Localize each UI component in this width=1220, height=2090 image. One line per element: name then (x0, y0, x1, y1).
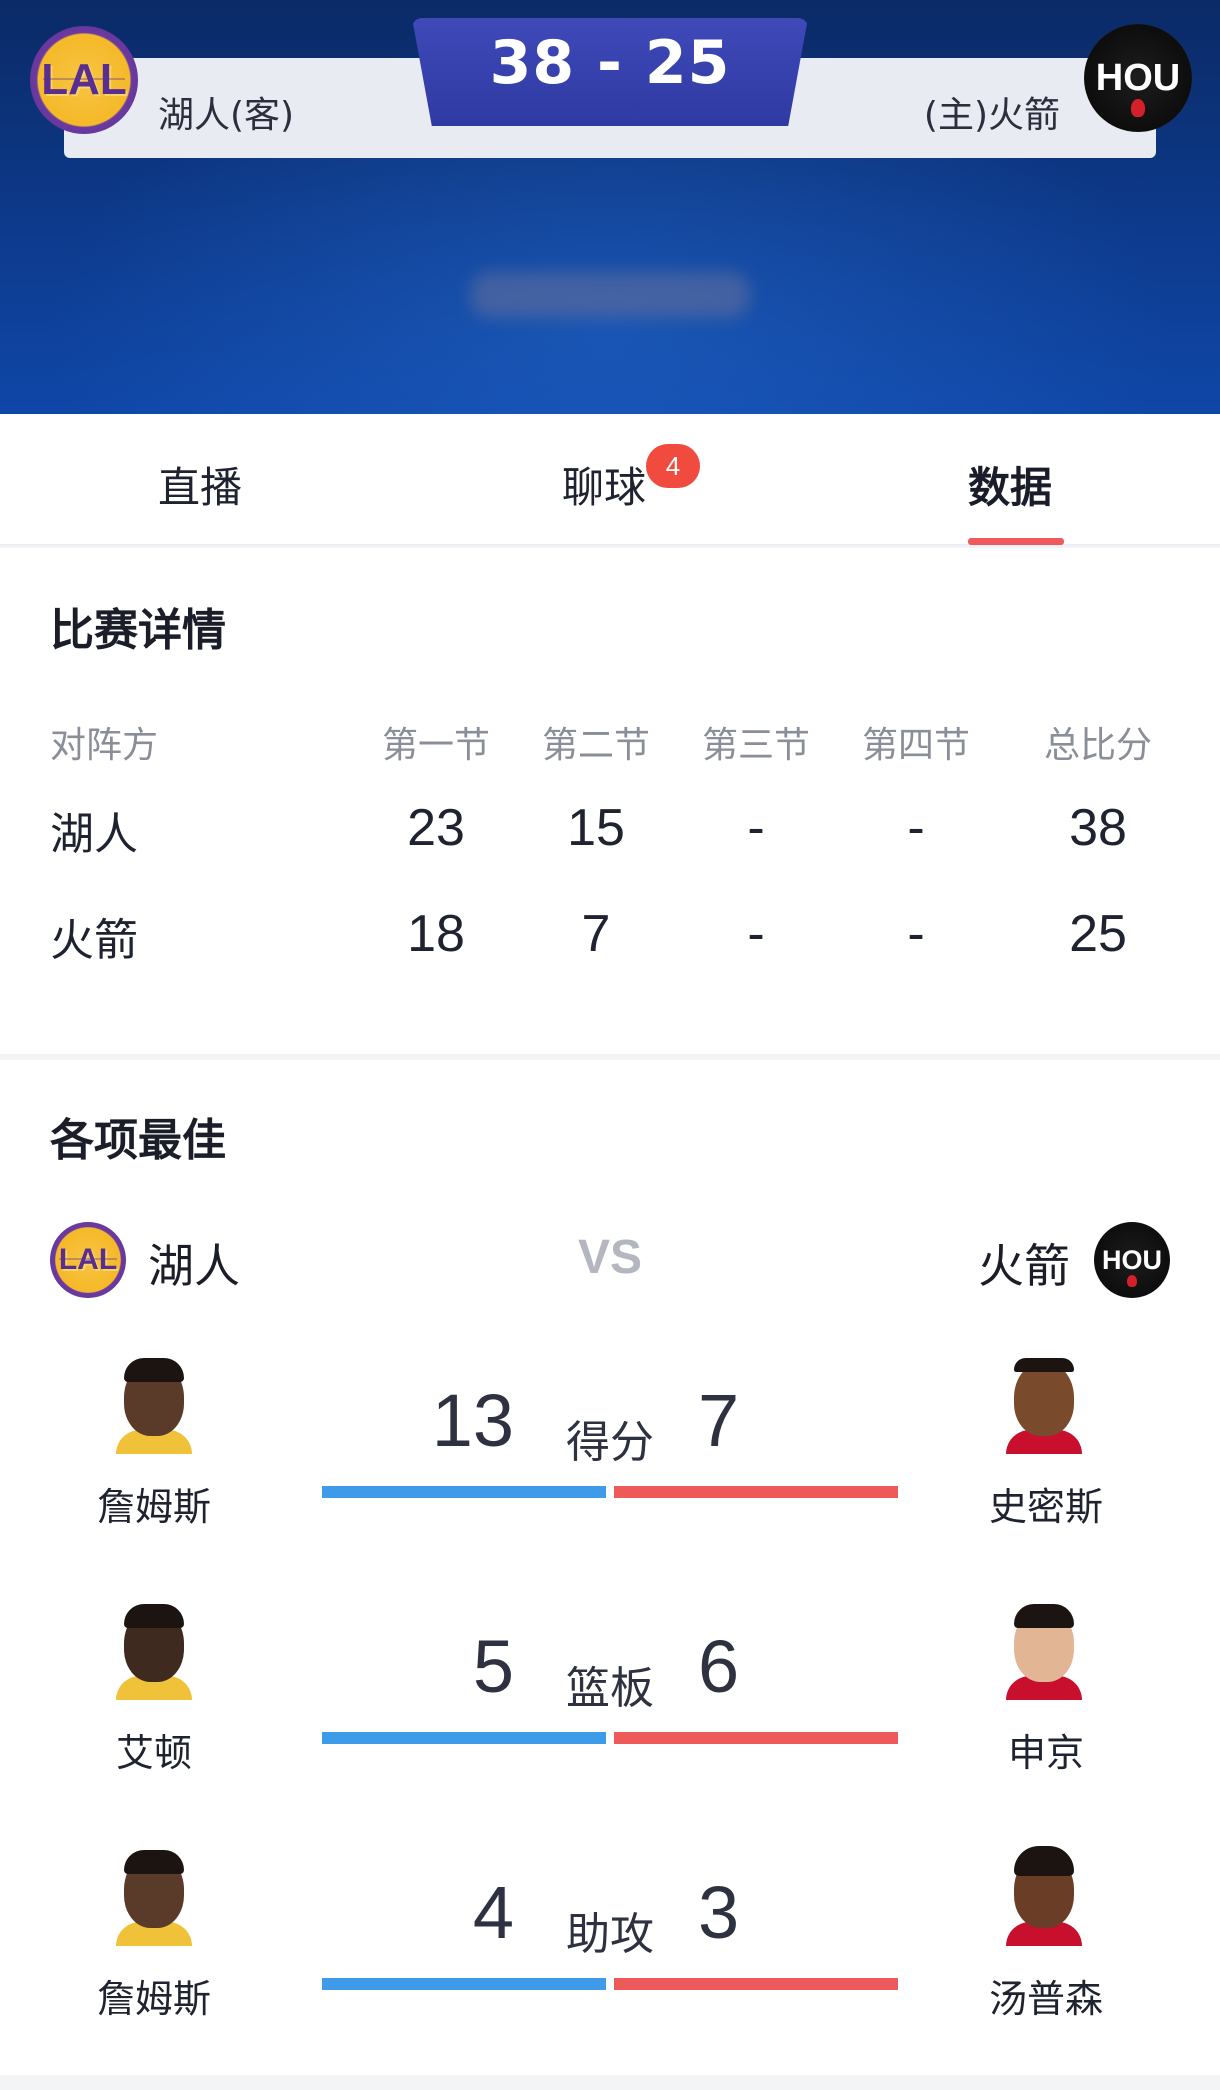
away-stat-value: 4 (472, 1871, 514, 1954)
player-avatar-icon[interactable] (116, 1358, 192, 1454)
stat-label: 篮板 (566, 1663, 654, 1714)
home-player-name[interactable]: 申京 (926, 1722, 1166, 1777)
header-total: 总比分 (1043, 725, 1152, 766)
tab-chat[interactable]: 聊球 (562, 454, 646, 515)
tab-data[interactable]: 数据 (968, 454, 1052, 515)
home-stat-bar (614, 1978, 898, 1990)
lakers-total: 38 (1069, 799, 1127, 857)
rockets-q2: 7 (581, 905, 611, 963)
rockets-logo-text: HOU (1102, 1244, 1162, 1275)
away-stat-bar (322, 1732, 606, 1744)
away-player-name[interactable]: 詹姆斯 (34, 1968, 274, 2023)
rockets-logo-icon[interactable]: HOU (1084, 24, 1192, 132)
header-matchup: 对阵方 (50, 725, 159, 766)
home-stat-value: 3 (698, 1871, 740, 1954)
lakers-q3: - (747, 799, 765, 857)
stat-row-points: 詹姆斯 13 得分 7 史密斯 (0, 1358, 1220, 1598)
lakers-logo-text: LAL (41, 55, 127, 104)
leaders-home-team[interactable]: 火箭 (978, 1230, 1070, 1296)
player-avatar-icon[interactable] (116, 1850, 192, 1946)
home-stat-bar (614, 1732, 898, 1744)
rocket-flame-icon (1131, 98, 1145, 117)
away-team-label[interactable]: 湖人(客) (158, 86, 294, 138)
player-avatar-icon[interactable] (1006, 1846, 1082, 1946)
leaders-away-team[interactable]: 湖人 (148, 1230, 240, 1296)
home-player-name[interactable]: 史密斯 (926, 1476, 1166, 1531)
home-player-name[interactable]: 汤普森 (926, 1968, 1166, 2023)
home-stat-bar (614, 1486, 898, 1498)
away-stat-bar (322, 1978, 606, 1990)
rockets-total: 25 (1069, 905, 1127, 963)
player-avatar-icon[interactable] (1006, 1358, 1082, 1454)
player-avatar-icon[interactable] (116, 1604, 192, 1700)
header-q1: 第一节 (381, 725, 490, 766)
row-team-lakers: 湖人 (50, 809, 138, 860)
away-stat-value: 5 (472, 1625, 514, 1708)
away-player-name[interactable]: 詹姆斯 (34, 1476, 274, 1531)
away-stat-bar (322, 1486, 606, 1498)
rockets-q1: 18 (407, 905, 465, 963)
chat-notification-badge: 4 (646, 444, 700, 488)
home-team-label[interactable]: (主)火箭 (924, 86, 1060, 138)
match-details-title: 比赛详情 (50, 605, 226, 656)
lakers-q4: - (907, 799, 925, 857)
away-player-name[interactable]: 艾顿 (34, 1722, 274, 1777)
lakers-logo-text: LAL (58, 1243, 118, 1276)
player-avatar-icon[interactable] (1006, 1604, 1082, 1700)
stat-row-rebounds: 艾顿 5 篮板 6 申京 (0, 1604, 1220, 1844)
blurred-caption (470, 272, 750, 318)
tab-live[interactable]: 直播 (158, 454, 242, 515)
lakers-logo-icon[interactable]: LAL (50, 1222, 126, 1298)
rocket-flame-icon (1127, 1275, 1137, 1288)
lakers-q1: 23 (407, 799, 465, 857)
header-q4: 第四节 (861, 725, 970, 766)
scoreboard-header: 38 - 25 LAL 湖人(客) (主)火箭 HOU (0, 0, 1220, 414)
active-tab-indicator (968, 538, 1064, 545)
stat-label: 得分 (566, 1417, 654, 1468)
match-details-card: 比赛详情 对阵方 第一节 第二节 第三节 第四节 总比分 湖人 23 15 - … (0, 548, 1220, 1054)
lakers-q2: 15 (567, 799, 625, 857)
row-team-rockets: 火箭 (50, 915, 138, 966)
home-stat-value: 7 (698, 1379, 740, 1462)
vs-label: VS (577, 1231, 643, 1284)
tab-bar: 直播 聊球 4 数据 (0, 414, 1220, 546)
rockets-logo-text: HOU (1095, 56, 1181, 99)
leaders-title: 各项最佳 (50, 1115, 226, 1166)
game-score: 38 - 25 (489, 28, 731, 98)
home-stat-value: 6 (698, 1625, 740, 1708)
away-stat-value: 13 (431, 1379, 514, 1462)
lakers-logo-icon[interactable]: LAL (30, 26, 138, 134)
rockets-q3: - (747, 905, 765, 963)
header-q3: 第三节 (701, 725, 810, 766)
header-q2: 第二节 (541, 725, 650, 766)
rockets-q4: - (907, 905, 925, 963)
stat-label: 助攻 (566, 1909, 654, 1960)
stat-row-assists: 詹姆斯 4 助攻 3 汤普森 (0, 1846, 1220, 2090)
leaders-card: 各项最佳 LAL 湖人 VS 火箭 HOU 詹姆斯 13 得分 7 史密斯 艾顿… (0, 1060, 1220, 2075)
rockets-logo-icon[interactable]: HOU (1094, 1222, 1170, 1298)
